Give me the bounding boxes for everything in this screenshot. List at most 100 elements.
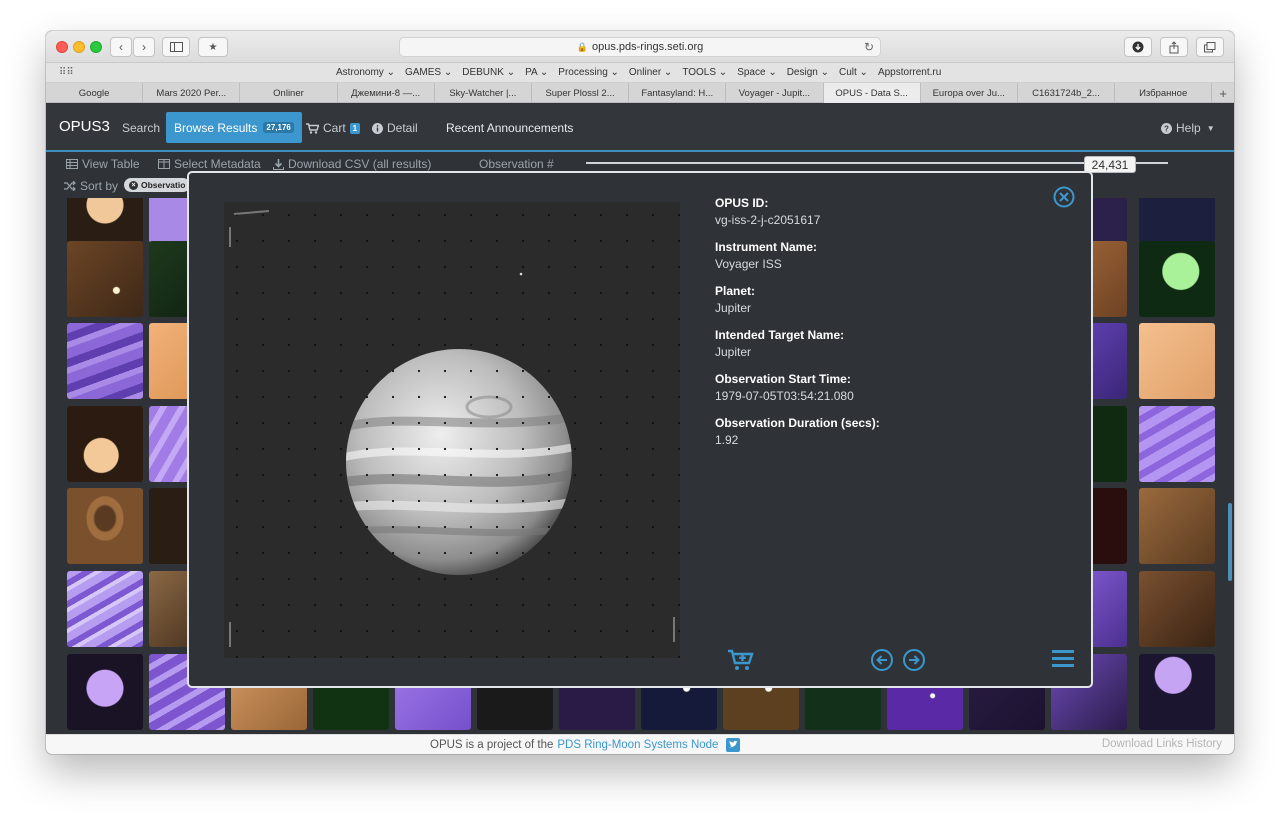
page-footer: OPUS is a project of the PDS Ring-Moon S…	[46, 734, 1234, 754]
observation-number-label: Observation #	[479, 157, 554, 171]
gallery-thumbnail[interactable]	[1139, 406, 1215, 482]
download-links-history[interactable]: Download Links History	[1102, 738, 1222, 750]
nav-cart-label: Cart	[323, 121, 346, 135]
sort-chip-label: Observatio	[141, 180, 186, 190]
field-label: OPUS ID:	[715, 196, 769, 210]
browser-tab[interactable]: Fantasyland: H...	[629, 83, 727, 103]
bookmark-pa[interactable]: PA ⌄	[525, 67, 548, 78]
browser-tab[interactable]: Джемини-8 —...	[338, 83, 435, 103]
browser-tab-active[interactable]: OPUS - Data S...	[823, 83, 921, 103]
chevron-left-icon: ‹	[119, 40, 123, 54]
previous-observation-button[interactable]	[870, 648, 894, 677]
reload-icon[interactable]: ↻	[864, 40, 874, 54]
cart-count-badge: 1	[349, 122, 361, 134]
view-table-button[interactable]: View Table	[66, 157, 140, 171]
back-button[interactable]: ‹	[110, 37, 132, 57]
bookmark-processing[interactable]: Processing ⌄	[558, 67, 619, 78]
url-text: opus.pds-rings.seti.org	[591, 41, 704, 53]
bookmark-astronomy[interactable]: Astronomy ⌄	[336, 67, 395, 78]
sidebar-toggle-button[interactable]	[162, 37, 190, 57]
address-bar[interactable]: 🔒 opus.pds-rings.seti.org ↻	[399, 37, 881, 57]
add-to-cart-button[interactable]	[727, 648, 755, 677]
gallery-thumbnail[interactable]	[67, 406, 143, 482]
nav-help[interactable]: ? Help ▼	[1161, 121, 1215, 135]
tab-overview-button[interactable]	[1196, 37, 1224, 57]
share-button[interactable]	[1160, 37, 1188, 57]
gallery-thumbnail[interactable]	[1139, 198, 1215, 243]
bookmark-space[interactable]: Space ⌄	[737, 67, 777, 78]
gallery-thumbnail[interactable]	[1139, 654, 1215, 730]
browser-tab[interactable]: Избранное	[1115, 83, 1213, 103]
download-csv-button[interactable]: Download CSV (all results)	[273, 157, 431, 171]
browser-tab[interactable]: Onliner	[240, 83, 338, 103]
svg-text:?: ?	[1164, 124, 1169, 133]
gallery-thumbnail[interactable]	[67, 488, 143, 564]
browser-tab[interactable]: Super Plossl 2...	[532, 83, 630, 103]
columns-icon	[158, 159, 170, 169]
forward-button[interactable]: ›	[133, 37, 155, 57]
remove-icon[interactable]: ×	[129, 180, 138, 190]
gallery-thumbnail[interactable]	[67, 198, 143, 243]
table-icon	[66, 159, 78, 169]
bookmark-onliner[interactable]: Onliner ⌄	[629, 67, 672, 78]
browser-tab[interactable]: Voyager - Jupit...	[726, 83, 824, 103]
share-icon	[1169, 40, 1179, 53]
gallery-scrollbar[interactable]	[1228, 503, 1232, 581]
field-label: Observation Start Time:	[715, 372, 851, 386]
footer-pds-link[interactable]: PDS Ring-Moon Systems Node	[557, 739, 718, 751]
gallery-thumbnail[interactable]	[1139, 323, 1215, 399]
app-brand[interactable]: OPUS3	[59, 118, 110, 135]
bookmark-appstorrent[interactable]: Appstorrent.ru	[878, 67, 941, 78]
gallery-thumbnail[interactable]	[67, 654, 143, 730]
minimize-window-button[interactable]	[73, 41, 85, 53]
bookmark-tools[interactable]: TOOLS ⌄	[682, 67, 727, 78]
observation-image[interactable]	[224, 202, 680, 658]
gallery-thumbnail[interactable]	[67, 571, 143, 647]
field-label: Instrument Name:	[715, 240, 818, 254]
gallery-thumbnail[interactable]	[67, 323, 143, 399]
arrow-left-circle-icon	[871, 649, 893, 671]
info-icon	[372, 122, 383, 134]
bookmark-design[interactable]: Design ⌄	[787, 67, 829, 78]
observation-slider-value[interactable]: 24,431	[1084, 156, 1136, 173]
nav-browse-label: Browse Results	[174, 120, 258, 135]
downloads-button[interactable]	[1124, 37, 1152, 57]
select-metadata-button[interactable]: Select Metadata	[158, 157, 261, 171]
menu-button[interactable]	[1052, 648, 1074, 673]
sort-chip[interactable]: × Observatio	[124, 178, 191, 192]
select-metadata-label: Select Metadata	[174, 157, 261, 171]
nav-browse-results[interactable]: Browse Results 27,176	[166, 112, 302, 143]
sort-by-control[interactable]: Sort by	[64, 179, 118, 193]
browser-tab[interactable]: Sky-Watcher |...	[435, 83, 532, 103]
observation-slider[interactable]	[586, 162, 1168, 164]
gallery-thumbnail[interactable]	[67, 241, 143, 317]
instrument-value: Voyager ISS	[715, 257, 782, 271]
nav-search[interactable]: Search	[122, 121, 160, 135]
new-tab-button[interactable]: +	[1212, 83, 1234, 103]
browser-tab[interactable]: Europa over Ju...	[921, 83, 1018, 103]
browser-tab[interactable]: Mars 2020 Per...	[143, 83, 241, 103]
start-time-value: 1979-07-05T03:54:21.080	[715, 389, 854, 403]
browser-tab[interactable]: C1631724b_2...	[1018, 83, 1116, 103]
close-modal-button[interactable]	[1053, 186, 1075, 208]
browser-tab[interactable]: Google	[46, 83, 144, 103]
bookmark-cult[interactable]: Cult ⌄	[839, 67, 868, 78]
zoom-window-button[interactable]	[90, 41, 102, 53]
target-value: Jupiter	[715, 345, 752, 359]
nav-cart[interactable]: Cart 1	[306, 121, 361, 135]
caret-down-icon: ▼	[1206, 123, 1215, 133]
close-window-button[interactable]	[56, 41, 68, 53]
nav-detail[interactable]: Detail	[372, 121, 418, 135]
gallery-thumbnail[interactable]	[1139, 571, 1215, 647]
twitter-icon[interactable]	[726, 738, 741, 752]
grid-icon[interactable]: ⠿⠿	[59, 67, 74, 78]
bookmarks-button[interactable]: ★	[198, 37, 228, 57]
nav-recent-announcements[interactable]: Recent Announcements	[446, 121, 573, 135]
gallery-thumbnail[interactable]	[1139, 488, 1215, 564]
bookmark-debunk[interactable]: DEBUNK ⌄	[462, 67, 515, 78]
bookmark-games[interactable]: GAMES ⌄	[405, 67, 452, 78]
shuffle-icon	[64, 181, 76, 191]
opus-id-value: vg-iss-2-j-c2051617	[715, 213, 821, 227]
next-observation-button[interactable]	[902, 648, 926, 677]
gallery-thumbnail[interactable]	[1139, 241, 1215, 317]
